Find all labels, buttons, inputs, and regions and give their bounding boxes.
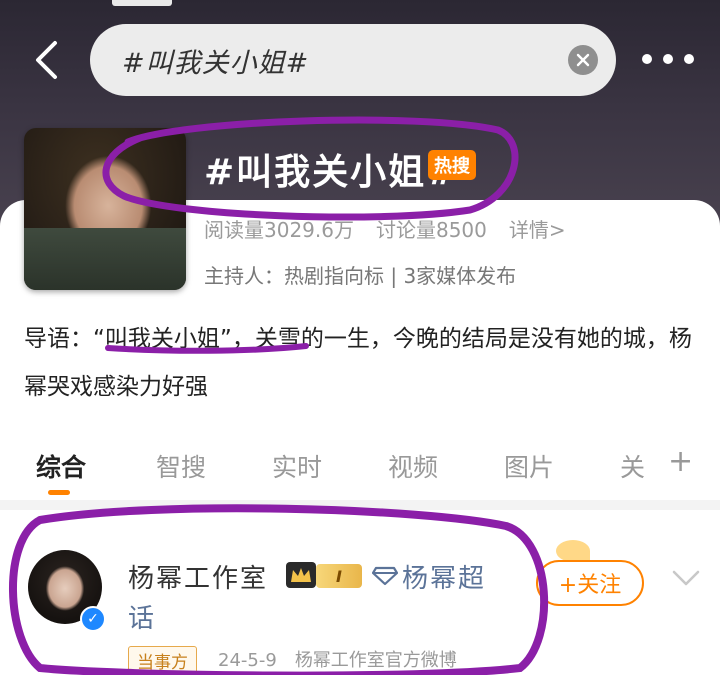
clear-search-button[interactable] (568, 45, 598, 75)
super-topic-icon (372, 566, 398, 586)
topic-stats: 阅读量3029.6万 讨论量8500 详情> (204, 214, 588, 243)
discussion-count: 讨论量8500 (375, 218, 487, 242)
details-link[interactable]: 详情> (509, 218, 566, 242)
dot (642, 54, 652, 64)
topic-title: #叫我关小姐# (204, 152, 459, 193)
post-card[interactable]: ✓ 杨幂工作室 I 杨幂超 话 +关注 当事方 24-5-9 杨幂工作室官方微博 (0, 510, 720, 675)
super-topic-link-continued[interactable]: 话 (128, 598, 154, 635)
cover-coat-shape (24, 228, 186, 290)
dot (684, 54, 694, 64)
tab-images[interactable]: 图片 (504, 448, 554, 484)
super-topic-link[interactable]: 杨幂超 (402, 558, 486, 595)
verified-icon: ✓ (80, 606, 106, 632)
hot-search-badge: 热搜 (428, 150, 476, 180)
crown-icon (286, 562, 316, 588)
follow-button[interactable]: +关注 (536, 560, 644, 606)
tab-video[interactable]: 视频 (388, 448, 438, 484)
post-date: 24-5-9 (218, 650, 277, 671)
tab-smart-search[interactable]: 智搜 (156, 448, 206, 484)
tab-comprehensive[interactable]: 综合 (36, 448, 86, 484)
tab-follow[interactable]: 关 (620, 448, 645, 484)
member-level-badge: I (316, 564, 362, 588)
read-count: 阅读量3029.6万 (204, 218, 354, 242)
sparkle-decoration (556, 540, 590, 562)
topic-cover-image[interactable] (24, 128, 186, 290)
search-tabs: 综合 智搜 实时 视频 图片 关 + (0, 440, 720, 495)
more-dots-icon[interactable] (638, 44, 698, 74)
post-meta: 24-5-9 杨幂工作室官方微博 (218, 646, 475, 672)
party-tag: 当事方 (128, 646, 197, 674)
clear-circle-icon (576, 53, 590, 67)
dot (663, 54, 673, 64)
active-tab-indicator (48, 490, 70, 495)
add-tab-icon[interactable]: + (668, 444, 693, 479)
back-button[interactable] (26, 36, 66, 84)
chevron-left-icon (36, 41, 57, 79)
post-author-name[interactable]: 杨幂工作室 (128, 558, 268, 595)
tab-realtime[interactable]: 实时 (272, 448, 322, 484)
chevron-down-icon[interactable] (670, 566, 702, 590)
topic-host: 主持人：热剧指向标 | 3家媒体发布 (204, 264, 517, 288)
search-query-text[interactable]: #叫我关小姐# (122, 41, 568, 80)
status-bar-fragment (112, 0, 172, 6)
topic-guide-text: 导语：“叫我关小姐”，关雪的一生，今晚的结局是没有她的城，杨幂哭戏感染力好强 (24, 326, 692, 400)
post-source: 杨幂工作室官方微博 (294, 650, 457, 671)
search-input[interactable]: #叫我关小姐# (90, 24, 616, 96)
